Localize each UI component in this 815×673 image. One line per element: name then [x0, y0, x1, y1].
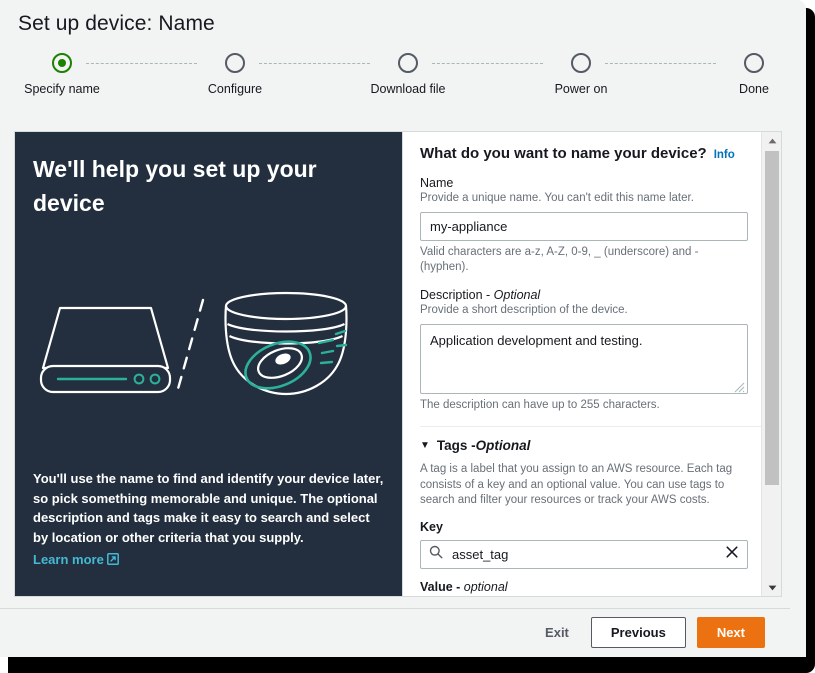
learn-more-link[interactable]: Learn more	[33, 550, 119, 571]
name-hint: Provide a unique name. You can't edit th…	[420, 191, 744, 206]
wizard-content: We'll help you set up your device	[14, 131, 782, 597]
page-title: Set up device: Name	[18, 12, 215, 36]
wizard-stepper: Specify name Configure Download file Pow…	[0, 50, 790, 110]
step-download-file[interactable]: Download file	[333, 50, 483, 96]
wizard-window: Set up device: Name Specify name Configu…	[0, 0, 806, 657]
step-label: Configure	[160, 82, 310, 96]
description-constraint: The description can have up to 255 chara…	[420, 398, 744, 413]
form-header-row: What do you want to name your device? Inf…	[420, 145, 744, 163]
step-power-on[interactable]: Power on	[506, 50, 656, 96]
previous-button[interactable]: Previous	[591, 617, 686, 648]
step-done[interactable]: Done	[679, 50, 806, 96]
form-scrollbar[interactable]	[761, 132, 781, 596]
description-optional-tag: Optional	[494, 288, 541, 302]
description-label-text: Description -	[420, 288, 494, 302]
exit-button[interactable]: Exit	[535, 619, 579, 646]
dashed-diagonal-divider	[176, 300, 203, 396]
step-configure[interactable]: Configure	[160, 50, 310, 96]
tags-description: A tag is a label that you assign to an A…	[420, 462, 750, 509]
step-label: Download file	[333, 82, 483, 96]
step-indicator-icon	[398, 53, 418, 73]
name-constraint: Valid characters are a-z, A-Z, 0-9, _ (u…	[420, 245, 744, 275]
device-illustration	[33, 272, 385, 402]
external-link-icon	[107, 551, 119, 571]
tag-value-label: Value - optional	[420, 580, 744, 594]
intro-body-text: You'll use the name to find and identify…	[33, 471, 383, 545]
form-content: What do you want to name your device? Inf…	[403, 132, 761, 597]
step-label: Power on	[506, 82, 656, 96]
name-input[interactable]: my-appliance	[420, 212, 748, 241]
scroll-thumb[interactable]	[765, 151, 779, 485]
learn-more-label: Learn more	[33, 552, 104, 567]
wizard-footer: Exit Previous Next	[0, 609, 790, 655]
clear-icon[interactable]	[725, 545, 739, 564]
description-hint: Provide a short description of the devic…	[420, 303, 744, 318]
step-indicator-icon	[744, 53, 764, 73]
next-button[interactable]: Next	[697, 617, 765, 648]
scroll-up-arrow-icon[interactable]	[762, 132, 782, 149]
step-label: Done	[679, 82, 806, 96]
tags-optional-tag: Optional	[476, 438, 531, 453]
intro-body: You'll use the name to find and identify…	[33, 469, 385, 571]
window-shadow-bottom	[8, 655, 808, 673]
tags-section-toggle[interactable]: ▼ Tags - Optional	[420, 438, 744, 453]
tag-key-value: asset_tag	[452, 547, 725, 562]
tag-value-optional-tag: optional	[464, 580, 508, 594]
search-icon	[429, 545, 443, 564]
name-label: Name	[420, 176, 744, 190]
description-label: Description - Optional	[420, 288, 744, 302]
step-specify-name[interactable]: Specify name	[0, 50, 137, 96]
resize-handle-icon[interactable]	[734, 380, 745, 391]
step-indicator-icon	[225, 53, 245, 73]
tags-header-text: Tags -	[437, 438, 476, 453]
step-indicator-icon	[571, 53, 591, 73]
dome-camera-icon	[226, 293, 347, 397]
step-indicator-icon	[52, 53, 72, 73]
tag-key-label: Key	[420, 520, 744, 534]
server-appliance-icon	[41, 308, 170, 392]
info-link[interactable]: Info	[714, 149, 735, 161]
intro-panel: We'll help you set up your device	[14, 131, 403, 597]
intro-heading: We'll help you set up your device	[33, 152, 363, 220]
description-textarea-value: Application development and testing.	[430, 333, 642, 348]
step-label: Specify name	[0, 82, 137, 96]
tag-key-input[interactable]: asset_tag	[420, 540, 748, 569]
tag-value-label-text: Value -	[420, 580, 464, 594]
name-input-value: my-appliance	[430, 219, 507, 234]
caret-down-icon: ▼	[420, 441, 430, 451]
form-title: What do you want to name your device?	[420, 145, 707, 162]
form-panel: What do you want to name your device? Inf…	[403, 131, 782, 597]
scroll-down-arrow-icon[interactable]	[762, 579, 782, 596]
description-textarea[interactable]: Application development and testing.	[420, 324, 748, 394]
section-divider	[420, 426, 765, 427]
